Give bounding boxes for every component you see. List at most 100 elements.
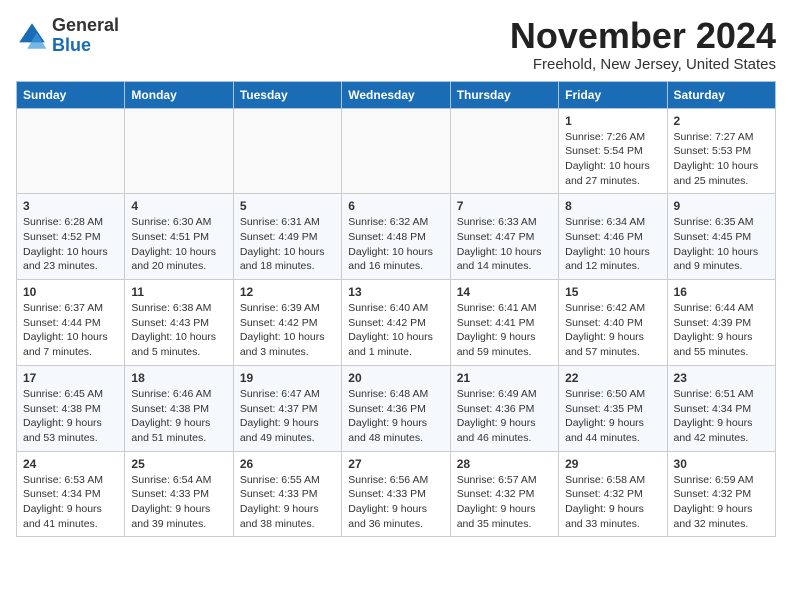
logo-general-text: General [52, 16, 119, 36]
calendar-cell: 25 Sunrise: 6:54 AM Sunset: 4:33 PM Dayli… [125, 451, 233, 537]
day-info: Sunrise: 6:30 AM Sunset: 4:51 PM Dayligh… [131, 215, 226, 274]
day-number: 14 [457, 285, 552, 299]
day-info: Sunrise: 6:51 AM Sunset: 4:34 PM Dayligh… [674, 387, 769, 446]
calendar-cell: 28 Sunrise: 6:57 AM Sunset: 4:32 PM Dayli… [450, 451, 558, 537]
day-info: Sunrise: 6:53 AM Sunset: 4:34 PM Dayligh… [23, 473, 118, 532]
calendar-header-row: SundayMondayTuesdayWednesdayThursdayFrid… [17, 81, 776, 108]
day-info: Sunrise: 7:26 AM Sunset: 5:54 PM Dayligh… [565, 130, 660, 189]
calendar-cell: 1 Sunrise: 7:26 AM Sunset: 5:54 PM Daylig… [559, 108, 667, 194]
calendar-cell: 30 Sunrise: 6:59 AM Sunset: 4:32 PM Dayli… [667, 451, 775, 537]
day-info: Sunrise: 6:34 AM Sunset: 4:46 PM Dayligh… [565, 215, 660, 274]
day-number: 6 [348, 199, 443, 213]
day-number: 4 [131, 199, 226, 213]
weekday-header-tuesday: Tuesday [233, 81, 341, 108]
calendar-week-row: 10Sunrise: 6:37 AM Sunset: 4:44 PM Dayli… [17, 280, 776, 366]
day-number: 19 [240, 371, 335, 385]
calendar-cell: 14 Sunrise: 6:41 AM Sunset: 4:41 PM Dayli… [450, 280, 558, 366]
location-subtitle: Freehold, New Jersey, United States [510, 56, 776, 73]
header: General Blue November 2024 Freehold, New… [16, 16, 776, 73]
calendar-cell: 27 Sunrise: 6:56 AM Sunset: 4:33 PM Dayli… [342, 451, 450, 537]
day-number: 25 [131, 457, 226, 471]
day-info: Sunrise: 6:48 AM Sunset: 4:36 PM Dayligh… [348, 387, 443, 446]
day-number: 5 [240, 199, 335, 213]
day-info: Sunrise: 6:38 AM Sunset: 4:43 PM Dayligh… [131, 301, 226, 360]
day-number: 7 [457, 199, 552, 213]
calendar-cell: 11Sunrise: 6:38 AM Sunset: 4:43 PM Dayli… [125, 280, 233, 366]
day-number: 29 [565, 457, 660, 471]
day-info: Sunrise: 6:47 AM Sunset: 4:37 PM Dayligh… [240, 387, 335, 446]
month-title: November 2024 [510, 16, 776, 56]
day-number: 16 [674, 285, 769, 299]
calendar-cell [450, 108, 558, 194]
weekday-header-sunday: Sunday [17, 81, 125, 108]
calendar-cell: 6 Sunrise: 6:32 AM Sunset: 4:48 PM Daylig… [342, 194, 450, 280]
calendar-cell: 5Sunrise: 6:31 AM Sunset: 4:49 PM Daylig… [233, 194, 341, 280]
calendar-cell: 10Sunrise: 6:37 AM Sunset: 4:44 PM Dayli… [17, 280, 125, 366]
day-number: 27 [348, 457, 443, 471]
calendar-cell: 8Sunrise: 6:34 AM Sunset: 4:46 PM Daylig… [559, 194, 667, 280]
calendar-cell: 12 Sunrise: 6:39 AM Sunset: 4:42 PM Dayli… [233, 280, 341, 366]
calendar-week-row: 17 Sunrise: 6:45 AM Sunset: 4:38 PM Dayli… [17, 365, 776, 451]
weekday-header-thursday: Thursday [450, 81, 558, 108]
day-number: 17 [23, 371, 118, 385]
day-number: 22 [565, 371, 660, 385]
day-number: 23 [674, 371, 769, 385]
weekday-header-wednesday: Wednesday [342, 81, 450, 108]
calendar-cell: 22Sunrise: 6:50 AM Sunset: 4:35 PM Dayli… [559, 365, 667, 451]
calendar-cell: 4 Sunrise: 6:30 AM Sunset: 4:51 PM Daylig… [125, 194, 233, 280]
logo-icon [16, 20, 48, 52]
calendar-table: SundayMondayTuesdayWednesdayThursdayFrid… [16, 81, 776, 538]
calendar-cell: 19 Sunrise: 6:47 AM Sunset: 4:37 PM Dayli… [233, 365, 341, 451]
calendar-cell: 13Sunrise: 6:40 AM Sunset: 4:42 PM Dayli… [342, 280, 450, 366]
weekday-header-friday: Friday [559, 81, 667, 108]
day-number: 21 [457, 371, 552, 385]
day-info: Sunrise: 6:59 AM Sunset: 4:32 PM Dayligh… [674, 473, 769, 532]
calendar-cell: 7 Sunrise: 6:33 AM Sunset: 4:47 PM Daylig… [450, 194, 558, 280]
day-info: Sunrise: 6:40 AM Sunset: 4:42 PM Dayligh… [348, 301, 443, 360]
day-number: 30 [674, 457, 769, 471]
weekday-header-saturday: Saturday [667, 81, 775, 108]
day-info: Sunrise: 6:28 AM Sunset: 4:52 PM Dayligh… [23, 215, 118, 274]
day-info: Sunrise: 6:44 AM Sunset: 4:39 PM Dayligh… [674, 301, 769, 360]
calendar-cell: 2 Sunrise: 7:27 AM Sunset: 5:53 PM Daylig… [667, 108, 775, 194]
day-info: Sunrise: 6:56 AM Sunset: 4:33 PM Dayligh… [348, 473, 443, 532]
calendar-cell: 17 Sunrise: 6:45 AM Sunset: 4:38 PM Dayli… [17, 365, 125, 451]
day-number: 18 [131, 371, 226, 385]
calendar-cell: 23 Sunrise: 6:51 AM Sunset: 4:34 PM Dayli… [667, 365, 775, 451]
calendar-cell [233, 108, 341, 194]
day-number: 12 [240, 285, 335, 299]
calendar-week-row: 3 Sunrise: 6:28 AM Sunset: 4:52 PM Daylig… [17, 194, 776, 280]
day-number: 26 [240, 457, 335, 471]
day-info: Sunrise: 6:37 AM Sunset: 4:44 PM Dayligh… [23, 301, 118, 360]
day-info: Sunrise: 6:35 AM Sunset: 4:45 PM Dayligh… [674, 215, 769, 274]
day-number: 28 [457, 457, 552, 471]
day-info: Sunrise: 6:57 AM Sunset: 4:32 PM Dayligh… [457, 473, 552, 532]
day-info: Sunrise: 6:42 AM Sunset: 4:40 PM Dayligh… [565, 301, 660, 360]
calendar-week-row: 24 Sunrise: 6:53 AM Sunset: 4:34 PM Dayli… [17, 451, 776, 537]
day-info: Sunrise: 6:46 AM Sunset: 4:38 PM Dayligh… [131, 387, 226, 446]
day-info: Sunrise: 6:32 AM Sunset: 4:48 PM Dayligh… [348, 215, 443, 274]
day-info: Sunrise: 6:41 AM Sunset: 4:41 PM Dayligh… [457, 301, 552, 360]
calendar-cell: 9Sunrise: 6:35 AM Sunset: 4:45 PM Daylig… [667, 194, 775, 280]
day-info: Sunrise: 6:33 AM Sunset: 4:47 PM Dayligh… [457, 215, 552, 274]
day-info: Sunrise: 6:55 AM Sunset: 4:33 PM Dayligh… [240, 473, 335, 532]
day-number: 20 [348, 371, 443, 385]
day-info: Sunrise: 6:54 AM Sunset: 4:33 PM Dayligh… [131, 473, 226, 532]
calendar-cell: 29 Sunrise: 6:58 AM Sunset: 4:32 PM Dayli… [559, 451, 667, 537]
day-info: Sunrise: 7:27 AM Sunset: 5:53 PM Dayligh… [674, 130, 769, 189]
day-number: 15 [565, 285, 660, 299]
calendar-cell: 26 Sunrise: 6:55 AM Sunset: 4:33 PM Dayli… [233, 451, 341, 537]
logo-blue-text: Blue [52, 36, 119, 56]
day-number: 1 [565, 114, 660, 128]
title-block: November 2024 Freehold, New Jersey, Unit… [510, 16, 776, 73]
day-number: 2 [674, 114, 769, 128]
day-info: Sunrise: 6:45 AM Sunset: 4:38 PM Dayligh… [23, 387, 118, 446]
day-number: 3 [23, 199, 118, 213]
calendar-cell: 18 Sunrise: 6:46 AM Sunset: 4:38 PM Dayli… [125, 365, 233, 451]
calendar-cell [125, 108, 233, 194]
day-info: Sunrise: 6:58 AM Sunset: 4:32 PM Dayligh… [565, 473, 660, 532]
day-number: 24 [23, 457, 118, 471]
day-info: Sunrise: 6:39 AM Sunset: 4:42 PM Dayligh… [240, 301, 335, 360]
logo: General Blue [16, 16, 119, 56]
calendar-cell [342, 108, 450, 194]
